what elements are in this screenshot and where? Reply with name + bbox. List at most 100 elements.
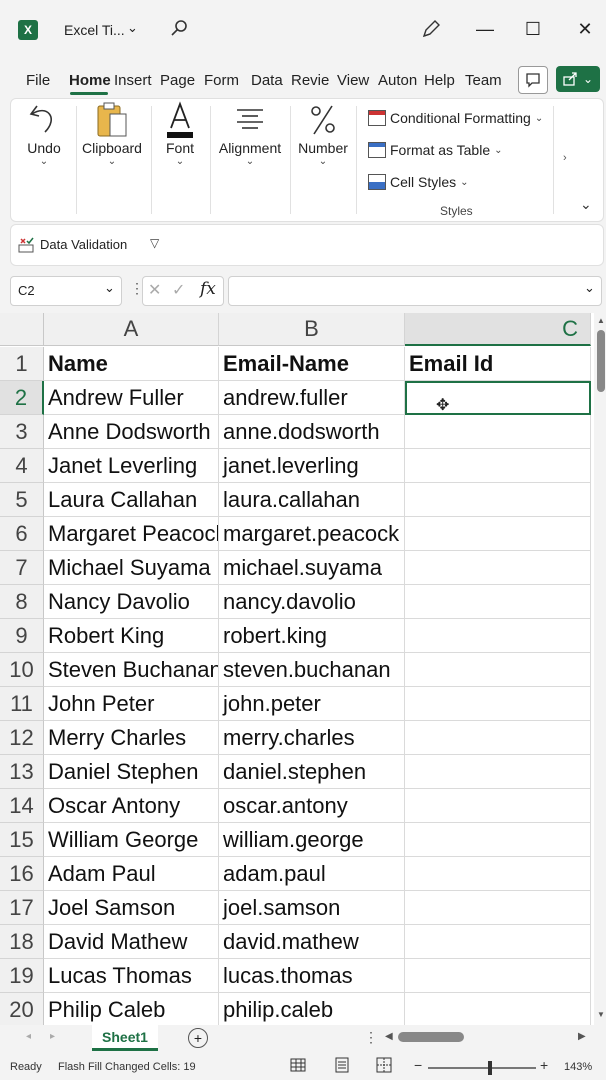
name-cell[interactable]: David Mathew [44,925,219,959]
email-id-cell[interactable] [405,755,591,789]
email-name-cell[interactable]: lucas.thomas [219,959,405,993]
email-name-cell[interactable]: michael.suyama [219,551,405,585]
scroll-up-icon[interactable]: ▲ [597,316,605,325]
row-header[interactable]: 5 [0,483,44,517]
horizontal-scroll-thumb[interactable] [398,1032,464,1042]
row-header[interactable]: 6 [0,517,44,551]
email-name-cell[interactable]: joel.samson [219,891,405,925]
vertical-scrollbar[interactable] [594,313,606,1025]
name-cell[interactable]: Anne Dodsworth [44,415,219,449]
row-header[interactable]: 8 [0,585,44,619]
email-name-cell[interactable]: merry.charles [219,721,405,755]
ribbon-scroll-right-icon[interactable]: › [563,152,567,164]
row-header[interactable]: 11 [0,687,44,721]
tab-automate[interactable]: Auton [378,72,417,89]
tab-insert[interactable]: Insert [114,72,152,89]
pen-icon[interactable] [420,18,442,45]
ribbon-expand-chevron-icon[interactable]: ⌄ [580,196,592,213]
email-name-cell[interactable]: steven.buchanan [219,653,405,687]
email-id-cell[interactable] [405,517,591,551]
email-name-cell[interactable]: laura.callahan [219,483,405,517]
name-cell[interactable]: Laura Callahan [44,483,219,517]
name-cell[interactable]: Margaret Peacock [44,517,219,551]
customize-toolbar-icon[interactable]: ▽ [150,236,159,250]
row-header[interactable]: 3 [0,415,44,449]
email-name-cell[interactable]: daniel.stephen [219,755,405,789]
comments-button[interactable] [518,66,548,94]
email-id-cell[interactable] [405,619,591,653]
close-button[interactable]: ✕ [568,14,602,44]
email-id-cell[interactable] [405,721,591,755]
name-cell[interactable]: Steven Buchanan [44,653,219,687]
data-validation-button[interactable]: Data Validation [40,237,127,252]
row-header[interactable]: 16 [0,857,44,891]
email-id-cell[interactable] [405,653,591,687]
header-cell-email-name[interactable]: Email-Name [219,347,405,381]
name-cell[interactable]: Joel Samson [44,891,219,925]
email-name-cell[interactable]: oscar.antony [219,789,405,823]
email-id-cell[interactable] [405,993,591,1027]
email-name-cell[interactable]: philip.caleb [219,993,405,1027]
email-id-cell[interactable] [405,959,591,993]
email-id-cell[interactable] [405,823,591,857]
zoom-out-button[interactable]: − [414,1057,422,1073]
name-cell[interactable]: Oscar Antony [44,789,219,823]
column-header-a[interactable]: A [44,313,219,346]
confirm-entry-icon[interactable]: ✓ [172,280,185,300]
header-cell-name[interactable]: Name [44,347,219,381]
tab-page[interactable]: Page [160,72,195,89]
email-name-cell[interactable]: margaret.peacock [219,517,405,551]
tab-view[interactable]: View [337,72,369,89]
email-name-cell[interactable]: nancy.davolio [219,585,405,619]
chevron-down-icon[interactable]: ⌄ [127,20,138,36]
zoom-level[interactable]: 143% [564,1061,592,1073]
undo-button[interactable]: Undo ⌄ [20,100,68,218]
row-header[interactable]: 10 [0,653,44,687]
row-header[interactable]: 17 [0,891,44,925]
email-id-cell[interactable] [405,891,591,925]
email-name-cell[interactable]: william.george [219,823,405,857]
row-header[interactable]: 15 [0,823,44,857]
cancel-entry-icon[interactable]: ✕ [148,280,161,300]
row-header[interactable]: 12 [0,721,44,755]
chevron-down-icon[interactable]: ⌄ [104,280,115,296]
email-name-cell[interactable]: adam.paul [219,857,405,891]
email-id-cell[interactable] [405,585,591,619]
email-id-cell[interactable] [405,925,591,959]
email-id-cell[interactable] [405,789,591,823]
email-name-cell[interactable]: janet.leverling [219,449,405,483]
email-id-cell[interactable] [405,449,591,483]
email-name-cell[interactable]: robert.king [219,619,405,653]
share-button[interactable]: ⌄ [556,66,600,92]
column-header-b[interactable]: B [219,313,405,346]
active-cell-selection[interactable] [405,381,591,415]
name-cell[interactable]: John Peter [44,687,219,721]
zoom-in-button[interactable]: + [540,1057,548,1073]
email-id-cell[interactable] [405,857,591,891]
tab-file[interactable]: File [26,72,50,89]
name-cell[interactable]: Lucas Thomas [44,959,219,993]
vertical-scroll-thumb[interactable] [597,330,605,392]
name-cell[interactable]: Philip Caleb [44,993,219,1027]
formula-input[interactable] [228,276,602,306]
page-layout-icon[interactable] [334,1057,350,1078]
column-header-c[interactable]: C [405,313,591,346]
row-header[interactable]: 14 [0,789,44,823]
search-icon[interactable] [170,18,190,43]
maximize-button[interactable]: ☐ [516,14,550,44]
name-cell[interactable]: Daniel Stephen [44,755,219,789]
tab-team[interactable]: Team [465,72,502,89]
font-button[interactable]: Font ⌄ [156,100,204,218]
name-cell[interactable]: Robert King [44,619,219,653]
minimize-button[interactable]: — [468,14,502,44]
name-cell[interactable]: Michael Suyama [44,551,219,585]
scroll-down-icon[interactable]: ▼ [597,1010,605,1019]
row-header[interactable]: 18 [0,925,44,959]
add-sheet-icon[interactable]: + [188,1028,208,1048]
alignment-button[interactable]: Alignment ⌄ [214,100,286,218]
row-header[interactable]: 19 [0,959,44,993]
sheet-tab-sheet1[interactable]: Sheet1 [92,1025,158,1051]
scroll-left-icon[interactable]: ◀ [385,1031,393,1042]
email-name-cell[interactable]: john.peter [219,687,405,721]
conditional-formatting-button[interactable]: Conditional Formatting ⌄ [368,110,543,126]
